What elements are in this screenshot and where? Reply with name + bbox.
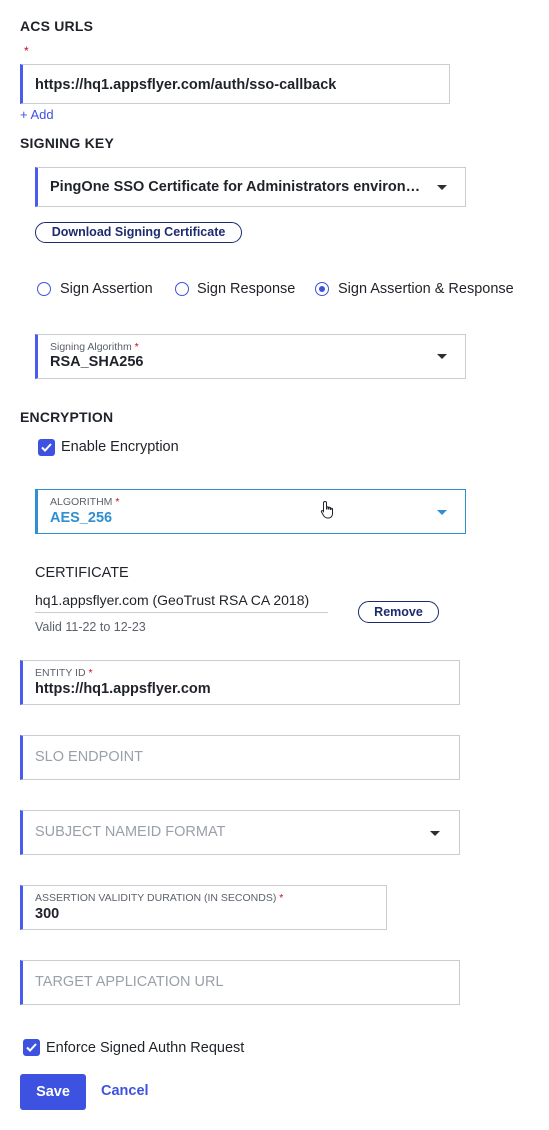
enable-encryption-checkbox[interactable] — [38, 439, 55, 456]
signing-algorithm-label: Signing Algorithm * — [50, 341, 139, 353]
cancel-button[interactable]: Cancel — [101, 1083, 149, 1099]
radio-sign-assertion-and-response[interactable] — [315, 282, 329, 296]
signing-algorithm-value: RSA_SHA256 — [50, 354, 144, 370]
certificate-title: CERTIFICATE — [35, 565, 129, 581]
slo-endpoint-input[interactable]: SLO ENDPOINT — [20, 735, 460, 780]
hand-cursor-icon — [320, 500, 333, 519]
acs-urls-title: ACS URLS — [20, 18, 94, 34]
enforce-signed-authn-label: Enforce Signed Authn Request — [46, 1040, 245, 1056]
signing-key-select[interactable]: PingOne SSO Certificate for Administrato… — [35, 167, 466, 207]
entity-id-value: https://hq1.appsflyer.com — [35, 681, 211, 697]
assertion-validity-label: ASSERTION VALIDITY DURATION (IN SECONDS)… — [35, 892, 284, 904]
acs-url-input[interactable]: https://hq1.appsflyer.com/auth/sso-callb… — [20, 64, 450, 104]
radio-sign-assertion-and-response-label: Sign Assertion & Response — [338, 281, 514, 297]
certificate-name: hq1.appsflyer.com (GeoTrust RSA CA 2018) — [35, 592, 328, 613]
chevron-down-icon — [437, 185, 447, 190]
acs-url-value: https://hq1.appsflyer.com/auth/sso-callb… — [35, 77, 337, 93]
radio-sign-response[interactable] — [175, 282, 189, 296]
encryption-algorithm-select[interactable]: ALGORITHM * AES_256 — [35, 489, 466, 534]
check-icon — [41, 443, 52, 452]
radio-sign-response-label: Sign Response — [197, 281, 296, 297]
assertion-validity-input[interactable]: ASSERTION VALIDITY DURATION (IN SECONDS)… — [20, 885, 387, 930]
radio-sign-assertion-label: Sign Assertion — [60, 281, 153, 297]
target-application-url-placeholder: TARGET APPLICATION URL — [35, 974, 224, 990]
certificate-validity: Valid 11-22 to 12-23 — [35, 620, 146, 634]
subject-nameid-format-select[interactable]: SUBJECT NAMEID FORMAT — [20, 810, 460, 855]
entity-id-label: ENTITY ID * — [35, 667, 93, 679]
encryption-algorithm-label: ALGORITHM * — [50, 496, 120, 508]
signing-key-title: SIGNING KEY — [20, 135, 114, 151]
encryption-algorithm-value: AES_256 — [50, 510, 113, 526]
chevron-down-icon — [430, 831, 440, 836]
remove-certificate-button[interactable]: Remove — [358, 601, 439, 623]
signing-algorithm-select[interactable]: Signing Algorithm * RSA_SHA256 — [35, 334, 466, 379]
subject-nameid-format-placeholder: SUBJECT NAMEID FORMAT — [35, 824, 226, 840]
enforce-signed-authn-checkbox[interactable] — [23, 1039, 40, 1056]
chevron-down-icon — [437, 510, 447, 515]
save-button[interactable]: Save — [20, 1074, 86, 1110]
required-mark: * — [24, 44, 29, 58]
check-icon — [26, 1043, 37, 1052]
target-application-url-input[interactable]: TARGET APPLICATION URL — [20, 960, 460, 1005]
slo-endpoint-placeholder: SLO ENDPOINT — [35, 749, 143, 765]
assertion-validity-value: 300 — [35, 906, 60, 922]
download-signing-certificate-button[interactable]: Download Signing Certificate — [35, 222, 242, 243]
enable-encryption-label: Enable Encryption — [61, 439, 179, 455]
entity-id-input[interactable]: ENTITY ID * https://hq1.appsflyer.com — [20, 660, 460, 705]
signing-key-value: PingOne SSO Certificate for Administrato… — [50, 179, 421, 195]
chevron-down-icon — [437, 354, 447, 359]
radio-sign-assertion[interactable] — [37, 282, 51, 296]
add-acs-url-link[interactable]: + Add — [20, 107, 54, 122]
encryption-title: ENCRYPTION — [20, 409, 114, 425]
